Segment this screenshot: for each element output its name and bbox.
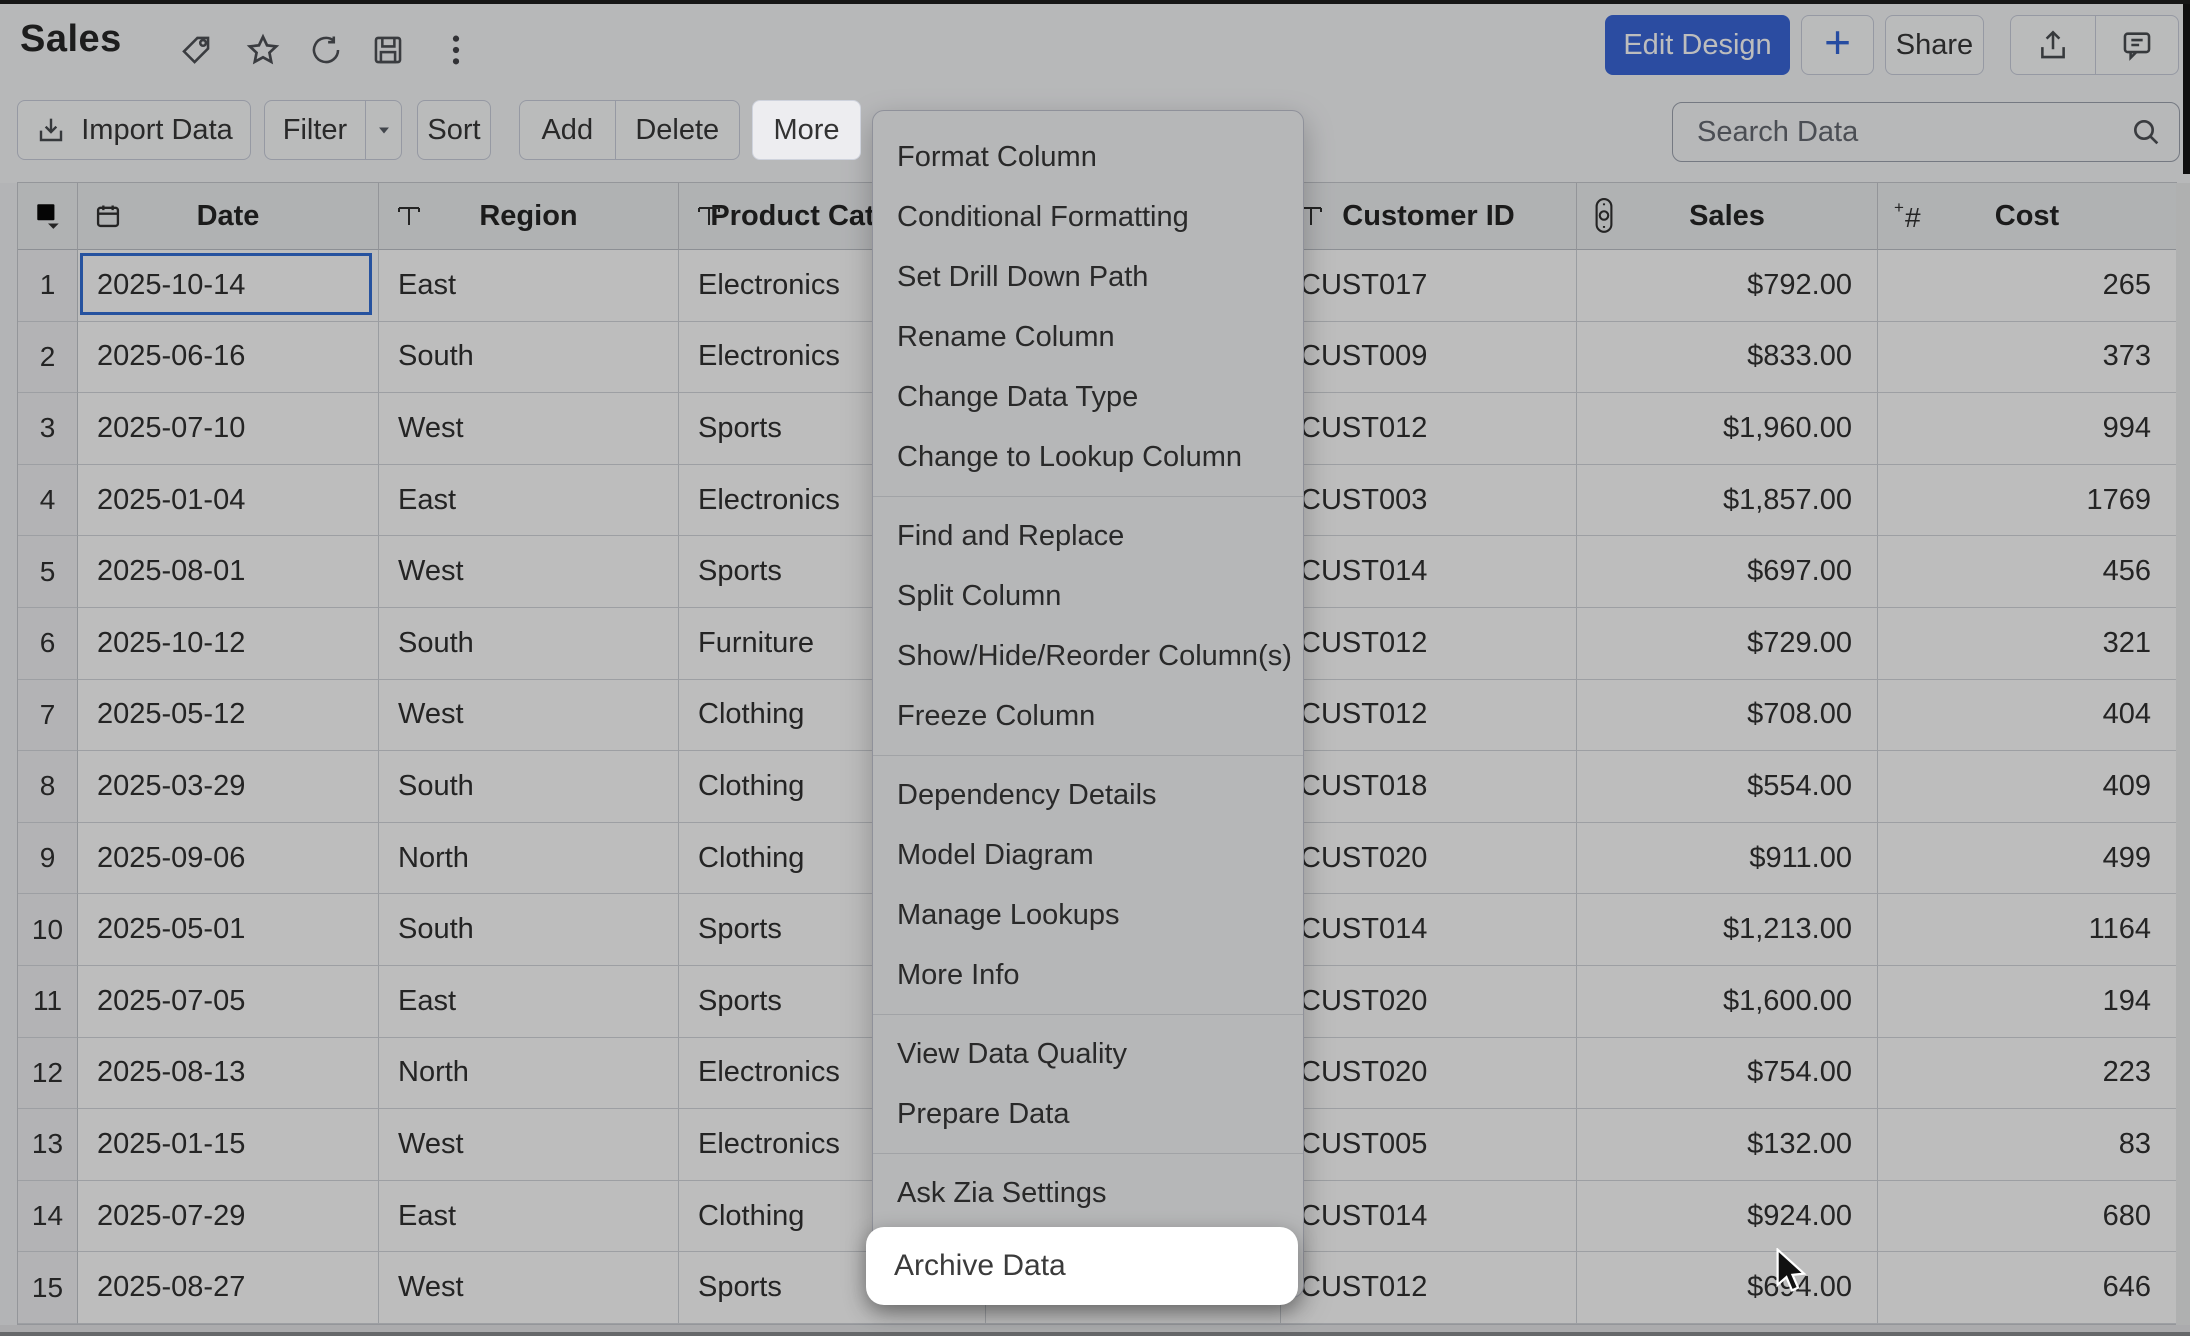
more-label: More [773, 114, 839, 147]
more-button[interactable]: More [752, 100, 861, 160]
dim-overlay [0, 0, 2190, 1336]
archive-data-label: Archive Data [894, 1249, 1066, 1283]
mouse-cursor [1772, 1248, 1812, 1296]
archive-data-spotlight[interactable]: Archive Data [866, 1227, 1298, 1305]
vertical-scrollbar-thumb[interactable] [2183, 4, 2190, 174]
window-top-edge [0, 0, 2190, 4]
app-window: Sales Edit Design + Share [0, 0, 2190, 1336]
